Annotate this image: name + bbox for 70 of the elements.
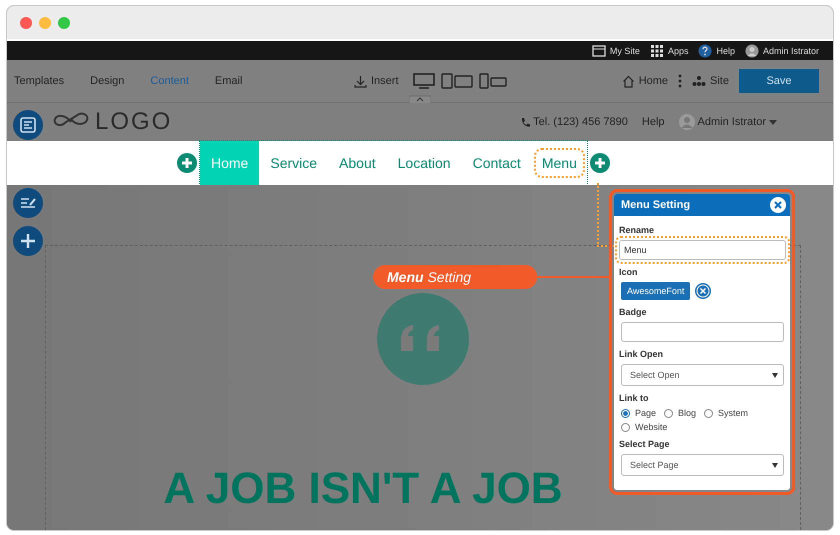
radio-label[interactable]: Page [635, 408, 656, 418]
radio-label[interactable]: System [718, 408, 748, 418]
top-bar-link[interactable]: Admin Istrator [762, 46, 819, 56]
field-label: Select Page [619, 439, 671, 449]
nav-item[interactable]: Location [386, 141, 462, 185]
toolbar-tab[interactable]: Design [90, 75, 124, 87]
radio-label[interactable]: Website [635, 422, 668, 432]
save-button[interactable]: Save [739, 69, 819, 93]
download-icon [354, 74, 367, 88]
nav-item[interactable]: About [328, 141, 387, 185]
avatar-icon[interactable] [744, 44, 759, 58]
field-label: Link Open [619, 349, 664, 359]
sitemap-icon [692, 75, 706, 87]
text-field[interactable]: Menu [619, 240, 786, 260]
phone-number: Tel. (123) 456 7890 [533, 116, 628, 128]
nav-item[interactable]: Menu [536, 150, 583, 176]
dropdown[interactable]: Select Page [621, 454, 784, 476]
field-label: Rename [619, 225, 656, 235]
kebab-icon[interactable] [678, 74, 682, 88]
user-menu[interactable]: Admin Istrator [698, 116, 766, 128]
field-label: Link to [619, 393, 650, 403]
help-icon[interactable] [698, 44, 712, 58]
dropdown-arrow-icon [772, 462, 778, 468]
grid-icon[interactable] [650, 44, 664, 58]
insert-button[interactable]: Insert [354, 74, 399, 88]
site-button[interactable]: Site [692, 75, 729, 87]
radio-button[interactable] [664, 408, 674, 418]
nav-item[interactable]: Service [259, 141, 328, 185]
toolbar-tab[interactable]: Templates [14, 75, 64, 87]
close-icon[interactable] [20, 16, 32, 28]
add-icon[interactable] [13, 226, 43, 256]
phone-icon [520, 116, 530, 128]
browser-icon[interactable] [592, 44, 606, 58]
panel-title: Menu Setting [621, 199, 690, 211]
tablet-icon[interactable] [440, 73, 473, 89]
help-link[interactable]: Help [642, 116, 665, 128]
text-field[interactable] [621, 322, 784, 342]
toolbar-tab[interactable]: Email [214, 75, 242, 87]
logo-text: LOGO [95, 108, 172, 136]
icon-tag[interactable]: AwesomeFont [621, 282, 690, 300]
caret-icon[interactable] [769, 120, 777, 124]
top-bar-link[interactable]: Apps [668, 46, 688, 56]
dropdown[interactable]: Select Open [621, 364, 784, 386]
page-settings-icon[interactable] [13, 110, 43, 140]
quote-icon [377, 293, 469, 385]
field-label: Icon [619, 267, 639, 277]
radio-button[interactable] [621, 422, 630, 432]
collapse-tab-icon[interactable] [409, 95, 431, 103]
edit-list-icon[interactable] [13, 188, 43, 218]
remove-icon[interactable] [695, 283, 712, 299]
dropdown-placeholder: Select Page [630, 460, 679, 470]
dropdown-placeholder: Select Open [630, 370, 680, 380]
radio-button[interactable] [621, 408, 630, 418]
radio-button[interactable] [704, 408, 714, 418]
headline: A JOB ISN'T A JOB [163, 465, 563, 514]
nav-item[interactable]: Contact [462, 141, 532, 185]
avatar-icon [678, 114, 695, 130]
desktop-icon[interactable] [412, 73, 435, 89]
radio-label[interactable]: Blog [678, 408, 696, 418]
close-icon[interactable] [770, 197, 786, 213]
callout-label: Menu Setting [373, 265, 537, 289]
phone-icon[interactable] [478, 73, 507, 89]
top-bar-link[interactable]: My Site [610, 46, 640, 56]
field-label: Badge [619, 307, 648, 317]
add-icon[interactable] [590, 153, 610, 173]
home-icon [622, 74, 635, 88]
home-button[interactable]: Home [622, 74, 668, 88]
dropdown-arrow-icon [772, 372, 778, 378]
top-bar-link[interactable]: Help [716, 46, 735, 56]
add-icon[interactable] [177, 153, 197, 173]
